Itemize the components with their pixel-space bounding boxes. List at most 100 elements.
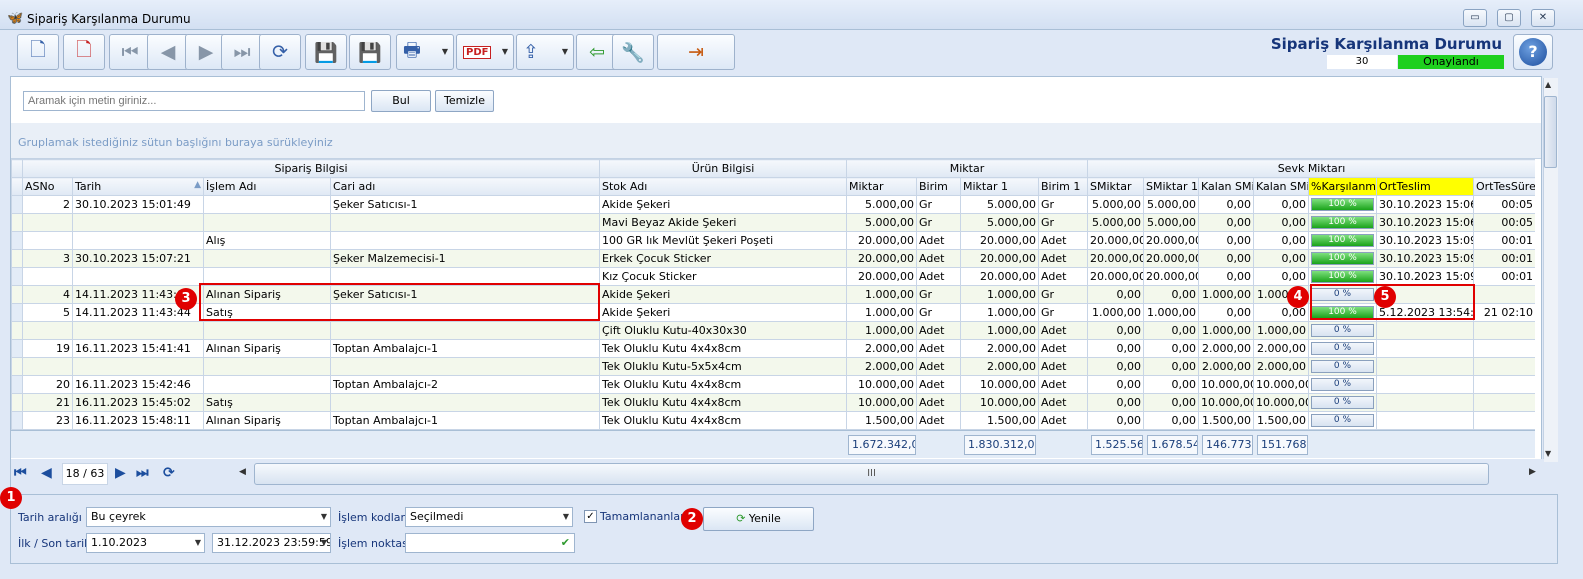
col-header-asno[interactable]: ASNo [22, 177, 73, 196]
row-indicator[interactable] [11, 249, 23, 268]
nav-next-icon[interactable]: ▶ [115, 465, 126, 481]
row-indicator[interactable] [11, 357, 23, 376]
band-order-info: Sipariş Bilgisi [22, 159, 600, 178]
row-indicator[interactable] [11, 321, 23, 340]
clear-button[interactable]: Temizle [435, 90, 494, 112]
cell-asno [22, 213, 73, 232]
row-indicator[interactable] [11, 411, 23, 430]
nav-refresh-icon[interactable]: ⟳ [163, 465, 175, 481]
cell-cari-adi: Şeker Malzemecisi-1 [330, 249, 600, 268]
row-indicator[interactable] [11, 213, 23, 232]
col-header-miktar[interactable]: Miktar [846, 177, 917, 196]
help-button[interactable]: ? [1513, 34, 1553, 70]
search-input[interactable] [23, 91, 365, 111]
cell-ort-teslim [1376, 321, 1474, 340]
exit-button[interactable]: ⇥ [657, 34, 735, 70]
new-button[interactable]: 🗋 [17, 34, 59, 70]
status-badge: Onaylandı [1398, 55, 1504, 69]
save-button[interactable]: 💾 [305, 34, 347, 70]
col-header-kalan-smiktar[interactable]: Kalan SMiktar [1198, 177, 1254, 196]
table-row[interactable]: Tek Oluklu Kutu-5x5x4cm 2.000,00 Adet 2.000… [11, 357, 1535, 376]
cell-stok-adi: Akide Şekeri [599, 195, 847, 214]
col-header-karsilanma[interactable]: %Karşılanma [1308, 177, 1377, 196]
col-header-stok-adi[interactable]: Stok Adı [599, 177, 847, 196]
cell-cari-adi [330, 357, 600, 376]
progress-bar: 100 % [1311, 234, 1374, 247]
col-header-birim1[interactable]: Birim 1 [1038, 177, 1088, 196]
close-button[interactable]: ✕ [1531, 9, 1555, 27]
cell-ort-tes-sure [1472, 321, 1535, 340]
pdf-export-button[interactable]: PDF ▼ [456, 34, 514, 70]
col-header-smiktar1[interactable]: SMiktar 1 [1143, 177, 1199, 196]
date-range-select[interactable]: Bu çeyrek ▼ [86, 507, 331, 527]
maximize-button[interactable]: ▢ [1497, 9, 1521, 27]
table-row[interactable]: 2 30.10.2023 15:01:49 Şeker Satıcısı-1 Akid… [11, 195, 1535, 214]
col-header-tarih[interactable]: Tarih ▲ [72, 177, 204, 196]
refresh-button[interactable]: ⟳ [259, 34, 301, 70]
vertical-scroll-thumb[interactable] [1544, 96, 1557, 168]
table-row[interactable]: 20 16.11.2023 15:42:46 Toptan Ambalajcı-2 T… [11, 375, 1535, 394]
row-indicator[interactable] [11, 375, 23, 394]
delete-button[interactable]: 🗋 [63, 34, 105, 70]
cell-ort-tes-sure: 00:01 [1472, 231, 1535, 250]
op-point-label: İşlem noktası [338, 537, 411, 550]
cell-birim: Gr [916, 303, 961, 322]
table-row[interactable]: 3 30.10.2023 15:07:21 Şeker Malzemecisi-1 E… [11, 249, 1535, 268]
scroll-right-icon[interactable]: ▶ [1529, 467, 1536, 477]
col-header-birim[interactable]: Birim [916, 177, 961, 196]
cell-miktar: 1.000,00 [846, 303, 917, 322]
table-row[interactable]: 23 16.11.2023 15:48:11 Alınan Sipariş Topta… [11, 411, 1535, 430]
table-row[interactable]: Çift Oluklu Kutu-40x30x30 1.000,00 Adet 1.0… [11, 321, 1535, 340]
minimize-button[interactable]: ▭ [1463, 9, 1487, 27]
first-date-input[interactable]: 1.10.2023 ▼ [86, 533, 205, 553]
cell-kalan-smiktar1: 2.000,00 [1253, 357, 1309, 376]
cell-ort-teslim [1376, 357, 1474, 376]
row-indicator[interactable] [11, 303, 23, 322]
cell-kalan-smiktar: 1.000,00 [1198, 285, 1254, 304]
col-header-ort-tes-sure[interactable]: OrtTesSüre [1472, 177, 1535, 196]
col-header-islem-adi[interactable]: İşlem Adı [203, 177, 331, 196]
scroll-down-icon[interactable]: ▼ [1545, 449, 1551, 458]
import-icon: ⇦ [589, 41, 605, 63]
col-header-miktar1[interactable]: Miktar 1 [960, 177, 1039, 196]
row-indicator[interactable] [11, 285, 23, 304]
cell-ort-teslim [1376, 375, 1474, 394]
col-header-kalan-smiktar1[interactable]: Kalan SMiktar1 [1253, 177, 1309, 196]
last-record-button[interactable]: ⏭ [221, 34, 263, 70]
export-button[interactable]: ⇪ ▼ [516, 34, 574, 70]
cell-tarih: 16.11.2023 15:48:11 [72, 411, 204, 430]
table-row[interactable]: Mavi Beyaz Akide Şekeri 5.000,00 Gr 5.000,0… [11, 213, 1535, 232]
col-header-smiktar[interactable]: SMiktar [1087, 177, 1144, 196]
op-point-input[interactable]: ✔ [405, 533, 575, 553]
prev-record-button[interactable]: ◀ [147, 34, 189, 70]
row-indicator[interactable] [11, 195, 23, 214]
tools-button[interactable]: 🔧 [612, 34, 654, 70]
scroll-left-icon[interactable]: ◀ [239, 467, 246, 477]
save-close-button[interactable]: 💾 [349, 34, 391, 70]
row-indicator[interactable] [11, 393, 23, 412]
scroll-up-icon[interactable]: ▲ [1545, 80, 1551, 89]
table-row[interactable]: 21 16.11.2023 15:45:02 Satış Tek Oluklu Kut… [11, 393, 1535, 412]
chevron-down-icon: ▼ [562, 512, 569, 521]
row-indicator[interactable] [11, 267, 23, 286]
nav-prev-icon[interactable]: ◀ [41, 465, 52, 481]
progress-bar: 100 % [1311, 252, 1374, 265]
op-codes-select[interactable]: Seçilmedi ▼ [405, 507, 573, 527]
nav-last-icon[interactable]: ⏭ [136, 465, 149, 481]
cell-ort-teslim: 30.10.2023 15:09:01 [1376, 231, 1474, 250]
refresh-filter-button[interactable]: ⟳ Yenile [703, 507, 814, 531]
table-row[interactable]: Alış 100 GR lık Mevlüt Şekeri Poşeti 20.00… [11, 231, 1535, 250]
last-date-input[interactable]: 31.12.2023 23:59:59 ▼ [212, 533, 331, 553]
row-indicator[interactable] [11, 339, 23, 358]
table-row[interactable]: 19 16.11.2023 15:41:41 Alınan Sipariş Topta… [11, 339, 1535, 358]
cell-ort-tes-sure: 00:05 [1472, 195, 1535, 214]
col-header-ort-teslim[interactable]: OrtTeslim [1376, 177, 1474, 196]
first-record-button[interactable]: ⏮ [109, 34, 151, 70]
find-button[interactable]: Bul [371, 90, 431, 112]
horizontal-scroll-thumb[interactable]: III [254, 463, 1489, 485]
hide-completed-checkbox[interactable]: ✓ [584, 510, 597, 523]
row-indicator[interactable] [11, 231, 23, 250]
col-header-cari-adi[interactable]: Cari adı [330, 177, 600, 196]
print-button[interactable]: 🖶 ▼ [396, 34, 454, 70]
nav-first-icon[interactable]: ⏮ [14, 465, 27, 481]
